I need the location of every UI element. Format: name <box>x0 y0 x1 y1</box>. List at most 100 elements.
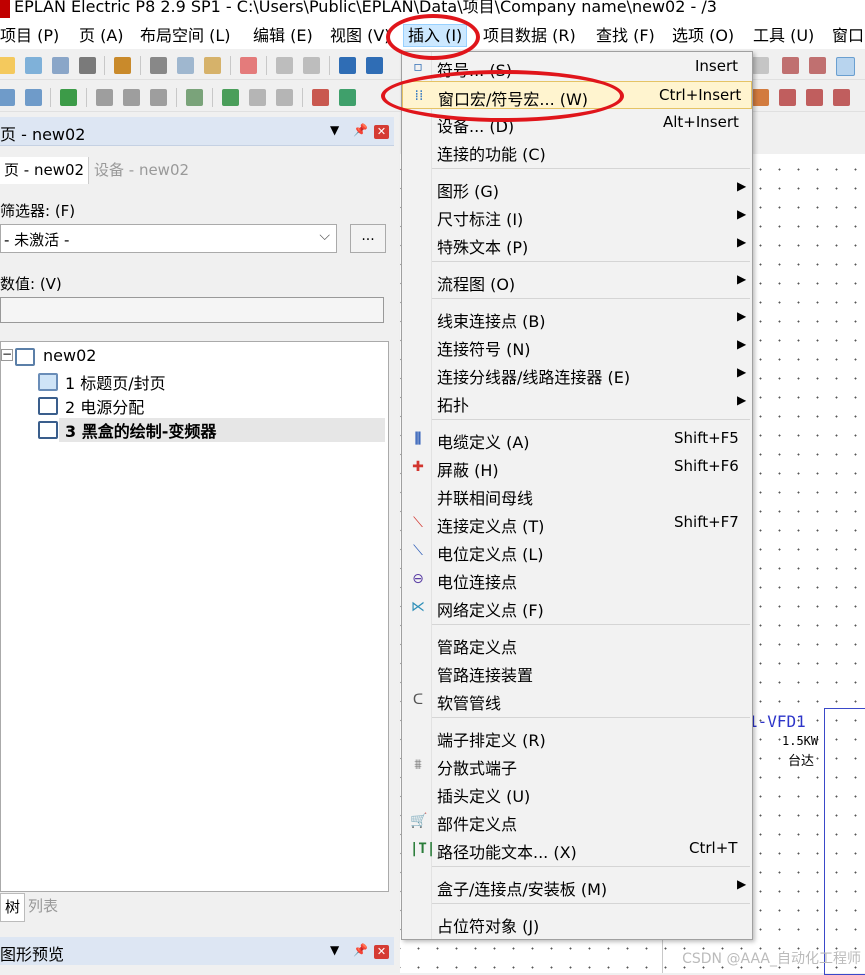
filter-combo[interactable]: - 未激活 - ⌵ <box>0 224 337 253</box>
submenu-arrow-icon: ▶ <box>737 365 747 379</box>
menu-item-potential-connection-point[interactable]: ⊖ 电位连接点 <box>402 565 752 593</box>
numbering-123-icon[interactable] <box>96 89 113 106</box>
tree-page-1[interactable]: 1 标题页/封页 <box>65 370 166 394</box>
menu-item-distributed-terminal[interactable]: ⩩ 分散式端子 <box>402 751 752 779</box>
menu-item-connection-definition-point[interactable]: ⟍ 连接定义点 (T) Shift+F7 <box>402 509 752 537</box>
value-input[interactable] <box>0 297 384 323</box>
menu-project-data[interactable]: 项目数据 (R) <box>483 25 576 46</box>
cut-icon[interactable] <box>150 57 167 74</box>
menu-edit[interactable]: 编辑 (E) <box>253 25 313 46</box>
grid-a-icon[interactable] <box>782 57 799 74</box>
arrow-green-icon[interactable] <box>339 89 356 106</box>
menu-item-potential-definition-point[interactable]: ⟍ 电位定义点 (L) <box>402 537 752 565</box>
menu-item-path-function-text[interactable]: |T| 路径功能文本... (X) Ctrl+T <box>402 835 752 863</box>
undo-icon[interactable] <box>339 57 356 74</box>
check-io-icon[interactable] <box>186 89 203 106</box>
page-navigator-title-bar: 页 - new02 ▼ 📌 ✕ <box>0 117 394 146</box>
pin-icon[interactable]: 📌 <box>353 123 368 137</box>
menu-item-box-connection-mounting[interactable]: 盒子/连接点/安装板 (M) ▶ <box>402 872 752 900</box>
menu-item-harness-point[interactable]: 线束连接点 (B) ▶ <box>402 304 752 332</box>
menu-tools[interactable]: 工具 (U) <box>753 25 814 46</box>
collapse-icon[interactable]: − <box>1 348 13 361</box>
page-prev-icon[interactable] <box>0 89 15 106</box>
new-page-icon[interactable] <box>25 57 42 74</box>
terminal-b-icon[interactable] <box>779 89 796 106</box>
format-painter-icon[interactable] <box>276 57 293 74</box>
menu-item-dimension[interactable]: 尺寸标注 (I) ▶ <box>402 202 752 230</box>
menu-item-plug-definition[interactable]: 插头定义 (U) <box>402 779 752 807</box>
device-tag[interactable]: 1-VFD1 <box>748 712 806 731</box>
menu-item-pipe-connector[interactable]: 管路连接装置 <box>402 658 752 686</box>
menu-item-connected-function[interactable]: 连接的功能 (C) <box>402 137 752 165</box>
menu-page[interactable]: 页 (A) <box>79 25 124 46</box>
print-icon[interactable] <box>79 57 96 74</box>
menu-item-shield[interactable]: ✚ 屏蔽 (H) Shift+F6 <box>402 453 752 481</box>
menu-view[interactable]: 视图 (V) <box>330 25 391 46</box>
puzzle-icon[interactable] <box>60 89 77 106</box>
menu-item-special-text[interactable]: 特殊文本 (P) ▶ <box>402 230 752 258</box>
tree-page-2[interactable]: 2 电源分配 <box>65 394 144 418</box>
submenu-arrow-icon: ▶ <box>737 309 747 323</box>
numbering-12-icon[interactable] <box>123 89 140 106</box>
menu-item-cable-definition[interactable]: ⫼ 电缆定义 (A) Shift+F5 <box>402 425 752 453</box>
panel-dropdown-icon[interactable]: ▼ <box>330 123 339 137</box>
paste-icon[interactable] <box>204 57 221 74</box>
delete-icon[interactable] <box>240 57 257 74</box>
menu-item-hose-line[interactable]: ᑕ 软管管线 <box>402 686 752 714</box>
menu-insert[interactable]: 插入 (I) <box>403 24 468 47</box>
copy-icon[interactable] <box>177 57 194 74</box>
menu-item-symbol[interactable]: ▫ 符号... (S) Insert <box>402 53 752 81</box>
flag-play-icon[interactable] <box>222 89 239 106</box>
menu-item-flowchart[interactable]: 流程图 (O) ▶ <box>402 267 752 295</box>
menu-item-topology[interactable]: 拓扑 ▶ <box>402 388 752 416</box>
close-icon[interactable]: ✕ <box>374 125 389 139</box>
menu-item-device[interactable]: 设备... (D) Alt+Insert <box>402 109 752 137</box>
menu-window[interactable]: 窗口 <box>832 25 864 46</box>
pin-icon[interactable]: 📌 <box>353 943 368 957</box>
redo-icon[interactable] <box>366 57 383 74</box>
wrench-icon[interactable] <box>114 57 131 74</box>
terminal-d-icon[interactable] <box>833 89 850 106</box>
numbering-sort-icon[interactable] <box>150 89 167 106</box>
terminal-a-icon[interactable] <box>752 89 769 106</box>
flag-red-icon[interactable] <box>312 89 329 106</box>
menu-item-network-definition-point[interactable]: ⋉ 网络定义点 (F) <box>402 593 752 621</box>
potential-point-icon: ⟍ <box>413 543 423 559</box>
terminal-c-icon[interactable] <box>806 89 823 106</box>
menu-item-graphics[interactable]: 图形 (G) ▶ <box>402 174 752 202</box>
eplan-logo-icon <box>0 0 10 18</box>
text-icon: |T| <box>410 841 436 857</box>
open-page-icon[interactable] <box>52 57 69 74</box>
menu-item-window-macro[interactable]: ⁞⁞ 窗口宏/符号宏... (W) Ctrl+Insert <box>402 81 752 109</box>
menu-item-splitter[interactable]: 连接分线器/线路连接器 (E) ▶ <box>402 360 752 388</box>
menu-item-part-definition-point[interactable]: 🛒 部件定义点 <box>402 807 752 835</box>
tree-root-project[interactable]: new02 <box>43 346 96 365</box>
tab-devices[interactable]: 设备 - new02 <box>90 157 193 184</box>
menu-item-terminal-strip[interactable]: 端子排定义 (R) <box>402 723 752 751</box>
grid-c-icon[interactable] <box>836 57 855 76</box>
device-blackbox[interactable] <box>824 708 865 975</box>
menu-find[interactable]: 查找 (F) <box>596 25 655 46</box>
menu-project[interactable]: 项目 (P) <box>0 25 59 46</box>
panel-dropdown-icon[interactable]: ▼ <box>330 943 339 957</box>
tab-list[interactable]: 列表 <box>24 893 62 920</box>
connection-point-icon: ⟍ <box>413 515 423 531</box>
tree-page-3[interactable]: 3 黑盒的绘制-变频器 <box>65 418 216 442</box>
menu-layout-space[interactable]: 布局空间 (L) <box>140 25 231 46</box>
close-icon[interactable]: ✕ <box>374 945 389 959</box>
menu-item-busbar[interactable]: 并联相间母线 <box>402 481 752 509</box>
flag-next-icon[interactable] <box>276 89 293 106</box>
menu-options[interactable]: 选项 (O) <box>672 25 734 46</box>
brush-icon[interactable] <box>303 57 320 74</box>
forward-icon[interactable] <box>752 57 769 74</box>
page-next-icon[interactable] <box>25 89 42 106</box>
grid-b-icon[interactable] <box>809 57 826 74</box>
new-project-icon[interactable] <box>0 57 15 74</box>
flag-step-icon[interactable] <box>249 89 266 106</box>
tab-pages[interactable]: 页 - new02 <box>0 157 90 184</box>
tab-tree[interactable]: 树 <box>0 893 26 922</box>
filter-settings-button[interactable]: ... <box>350 224 386 253</box>
menu-item-pipe-definition-point[interactable]: 管路定义点 <box>402 630 752 658</box>
menu-item-connection-symbol[interactable]: 连接符号 (N) ▶ <box>402 332 752 360</box>
menu-item-placeholder-object[interactable]: 占位符对象 (J) <box>402 909 752 937</box>
